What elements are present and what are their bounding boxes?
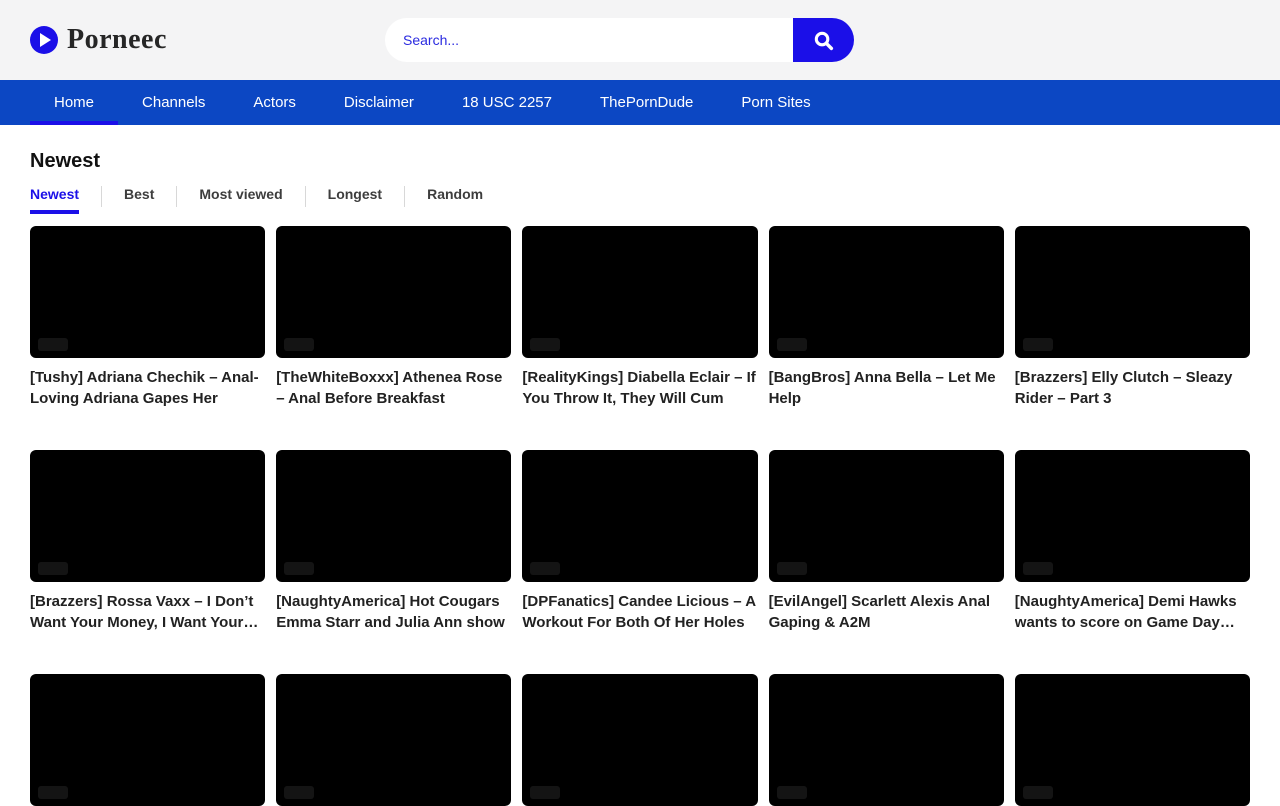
duration-badge bbox=[38, 338, 68, 351]
page-title: Newest bbox=[30, 150, 1250, 173]
video-title[interactable]: [DPFanatics] Candee Licious – A Workout … bbox=[522, 591, 757, 633]
search-form bbox=[385, 18, 854, 62]
tab-separator bbox=[305, 186, 306, 207]
duration-badge bbox=[530, 786, 560, 799]
nav-item-actors[interactable]: Actors bbox=[229, 80, 320, 125]
tab-separator bbox=[176, 186, 177, 207]
video-card[interactable] bbox=[522, 674, 757, 806]
video-title[interactable]: [Brazzers] Elly Clutch – Sleazy Rider – … bbox=[1015, 367, 1250, 409]
duration-badge bbox=[1023, 338, 1053, 351]
video-thumbnail[interactable] bbox=[522, 450, 757, 582]
search-input[interactable] bbox=[385, 18, 854, 62]
logo[interactable]: Porneec bbox=[30, 24, 167, 56]
tab-longest[interactable]: Longest bbox=[328, 186, 382, 214]
video-card[interactable] bbox=[276, 674, 511, 806]
video-title[interactable]: [TheWhiteBoxxx] Athenea Rose – Anal Befo… bbox=[276, 367, 511, 409]
logo-text: Porneec bbox=[67, 24, 167, 56]
video-card[interactable]: [BangBros] Anna Bella – Let Me Help bbox=[769, 226, 1004, 409]
duration-badge bbox=[284, 786, 314, 799]
duration-badge bbox=[1023, 786, 1053, 799]
play-icon bbox=[30, 26, 58, 54]
video-title[interactable]: [NaughtyAmerica] Demi Hawks wants to sco… bbox=[1015, 591, 1250, 633]
duration-badge bbox=[777, 786, 807, 799]
video-card[interactable] bbox=[769, 674, 1004, 806]
nav-item-channels[interactable]: Channels bbox=[118, 80, 229, 125]
nav-list: HomeChannelsActorsDisclaimer18 USC 2257T… bbox=[0, 80, 1280, 125]
nav-item-disclaimer[interactable]: Disclaimer bbox=[320, 80, 438, 125]
nav-item-theporndude[interactable]: ThePornDude bbox=[576, 80, 717, 125]
duration-badge bbox=[530, 338, 560, 351]
nav-item-porn-sites[interactable]: Porn Sites bbox=[717, 80, 834, 125]
video-thumbnail[interactable] bbox=[1015, 674, 1250, 806]
nav-item-home[interactable]: Home bbox=[30, 80, 118, 125]
duration-badge bbox=[38, 786, 68, 799]
video-card[interactable]: [Brazzers] Rossa Vaxx – I Don’t Want You… bbox=[30, 450, 265, 633]
video-title[interactable]: [BangBros] Anna Bella – Let Me Help bbox=[769, 367, 1004, 409]
video-card[interactable]: [DPFanatics] Candee Licious – A Workout … bbox=[522, 450, 757, 633]
video-title[interactable]: [RealityKings] Diabella Eclair – If You … bbox=[522, 367, 757, 409]
search-button[interactable] bbox=[793, 18, 854, 62]
duration-badge bbox=[777, 338, 807, 351]
video-card[interactable]: [TheWhiteBoxxx] Athenea Rose – Anal Befo… bbox=[276, 226, 511, 409]
tab-most-viewed[interactable]: Most viewed bbox=[199, 186, 282, 214]
video-thumbnail[interactable] bbox=[30, 226, 265, 358]
tab-newest[interactable]: Newest bbox=[30, 186, 79, 214]
video-thumbnail[interactable] bbox=[30, 674, 265, 806]
video-card[interactable]: [NaughtyAmerica] Demi Hawks wants to sco… bbox=[1015, 450, 1250, 633]
video-card[interactable]: [NaughtyAmerica] Hot Cougars Emma Starr … bbox=[276, 450, 511, 633]
video-thumbnail[interactable] bbox=[276, 450, 511, 582]
video-thumbnail[interactable] bbox=[769, 450, 1004, 582]
video-grid: [Tushy] Adriana Chechik – Anal-Loving Ad… bbox=[30, 226, 1250, 806]
video-thumbnail[interactable] bbox=[522, 674, 757, 806]
site-header: Porneec bbox=[0, 0, 1280, 80]
nav-item-18-usc-2257[interactable]: 18 USC 2257 bbox=[438, 80, 576, 125]
search-icon bbox=[812, 29, 835, 52]
video-card[interactable]: [EvilAngel] Scarlett Alexis Anal Gaping … bbox=[769, 450, 1004, 633]
video-card[interactable]: [Tushy] Adriana Chechik – Anal-Loving Ad… bbox=[30, 226, 265, 409]
sort-tabs: Newest Best Most viewed Longest Random bbox=[30, 186, 1250, 214]
play-triangle bbox=[40, 33, 51, 47]
tab-random[interactable]: Random bbox=[427, 186, 483, 214]
duration-badge bbox=[1023, 562, 1053, 575]
video-thumbnail[interactable] bbox=[522, 226, 757, 358]
video-card[interactable] bbox=[30, 674, 265, 806]
duration-badge bbox=[38, 562, 68, 575]
duration-badge bbox=[777, 562, 807, 575]
video-title[interactable]: [Brazzers] Rossa Vaxx – I Don’t Want You… bbox=[30, 591, 265, 633]
tab-separator bbox=[404, 186, 405, 207]
main-nav: HomeChannelsActorsDisclaimer18 USC 2257T… bbox=[0, 80, 1280, 125]
video-thumbnail[interactable] bbox=[1015, 226, 1250, 358]
video-thumbnail[interactable] bbox=[276, 226, 511, 358]
video-card[interactable] bbox=[1015, 674, 1250, 806]
duration-badge bbox=[530, 562, 560, 575]
video-thumbnail[interactable] bbox=[769, 674, 1004, 806]
video-card[interactable]: [RealityKings] Diabella Eclair – If You … bbox=[522, 226, 757, 409]
main-content: Newest Newest Best Most viewed Longest Rando… bbox=[0, 150, 1280, 806]
video-thumbnail[interactable] bbox=[30, 450, 265, 582]
video-card[interactable]: [Brazzers] Elly Clutch – Sleazy Rider – … bbox=[1015, 226, 1250, 409]
tab-best[interactable]: Best bbox=[124, 186, 154, 214]
video-title[interactable]: [NaughtyAmerica] Hot Cougars Emma Starr … bbox=[276, 591, 511, 633]
video-thumbnail[interactable] bbox=[769, 226, 1004, 358]
video-title[interactable]: [EvilAngel] Scarlett Alexis Anal Gaping … bbox=[769, 591, 1004, 633]
video-thumbnail[interactable] bbox=[1015, 450, 1250, 582]
duration-badge bbox=[284, 562, 314, 575]
video-title[interactable]: [Tushy] Adriana Chechik – Anal-Loving Ad… bbox=[30, 367, 265, 409]
tab-separator bbox=[101, 186, 102, 207]
duration-badge bbox=[284, 338, 314, 351]
video-thumbnail[interactable] bbox=[276, 674, 511, 806]
